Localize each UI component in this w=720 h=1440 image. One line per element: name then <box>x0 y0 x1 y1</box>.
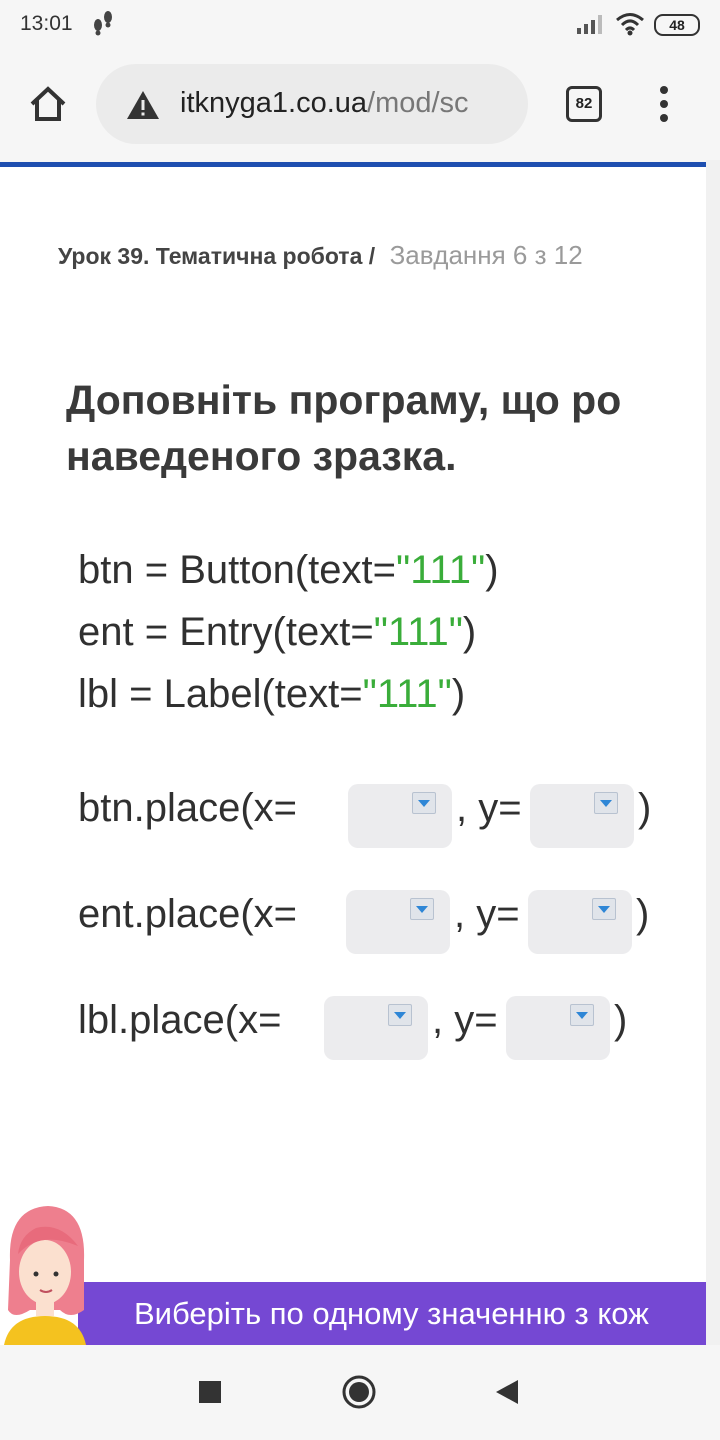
dropdown-arrow-icon <box>412 792 436 814</box>
home-button[interactable] <box>26 82 70 126</box>
steps-icon <box>94 11 112 36</box>
place-suffix: ) <box>636 892 650 936</box>
question-text: Доповніть програму, що ро наведеного зра… <box>66 372 720 484</box>
dropdown-arrow-icon <box>388 1004 412 1026</box>
url-path: /mod/sc <box>367 87 469 119</box>
x-select-btn[interactable] <box>348 784 452 848</box>
place-mid: , y= <box>456 786 522 830</box>
page-edge <box>706 160 720 1345</box>
dropdown-arrow-icon <box>410 898 434 920</box>
system-nav-bar <box>0 1345 720 1440</box>
code-suffix: ) <box>462 610 477 654</box>
code-prefix: btn = Button(text= <box>78 548 396 592</box>
breadcrumb: Урок 39. Тематична робота / Завдання 6 з… <box>58 240 583 271</box>
instruction-text: Виберіть по одному значенню з кож <box>134 1296 649 1331</box>
place-prefix: ent.place(x= <box>78 892 298 936</box>
place-mid: , y= <box>432 998 498 1042</box>
dropdown-arrow-icon <box>594 792 618 814</box>
tab-switcher-button[interactable]: 82 <box>566 86 602 122</box>
code-string: "111" <box>362 672 452 716</box>
code-string: "111" <box>396 548 486 592</box>
back-button[interactable] <box>494 1379 520 1405</box>
avatar <box>4 1206 86 1345</box>
place-suffix: ) <box>614 998 628 1042</box>
url-domain: itknyga1.co.ua <box>180 87 368 119</box>
status-time: 13:01 <box>20 12 73 35</box>
address-bar[interactable]: itknyga1.co.ua/mod/sc <box>96 64 528 144</box>
home-circle-button[interactable] <box>342 1375 376 1409</box>
place-mid: , y= <box>454 892 520 936</box>
breadcrumb-lesson[interactable]: Урок 39. Тематична робота / <box>58 243 375 269</box>
instruction-banner: Виберіть по одному значенню з кож <box>78 1282 706 1345</box>
y-select-lbl[interactable] <box>506 996 610 1060</box>
y-select-ent[interactable] <box>528 890 632 954</box>
code-prefix: lbl = Label(text= <box>78 672 363 716</box>
x-select-ent[interactable] <box>346 890 450 954</box>
y-select-btn[interactable] <box>530 784 634 848</box>
code-suffix: ) <box>485 548 499 592</box>
code-line-entry: ent = Entry(text="111") <box>78 610 476 655</box>
x-select-lbl[interactable] <box>324 996 428 1060</box>
code-prefix: ent = Entry(text= <box>78 610 374 654</box>
browser-toolbar: itknyga1.co.ua/mod/sc 82 <box>0 50 720 162</box>
url-text: itknyga1.co.ua/mod/sc <box>180 84 510 122</box>
warning-icon <box>127 91 159 119</box>
breadcrumb-task: Завдання 6 з 12 <box>389 240 583 270</box>
code-suffix: ) <box>451 672 466 716</box>
dropdown-arrow-icon <box>570 1004 594 1026</box>
signal-icon <box>577 15 602 34</box>
place-prefix: btn.place(x= <box>78 786 298 830</box>
battery-indicator: 48 <box>654 14 700 36</box>
page-progress-line <box>0 162 706 167</box>
wifi-icon <box>616 13 644 36</box>
status-bar: 13:01 48 <box>0 0 720 50</box>
recent-apps-button[interactable] <box>199 1381 221 1403</box>
code-line-button: btn = Button(text="111") <box>78 548 499 593</box>
question-line-2: наведеного зразка. <box>66 433 457 479</box>
code-string: "111" <box>373 610 463 654</box>
more-vert-icon[interactable] <box>652 82 676 126</box>
home-icon <box>30 86 66 121</box>
place-prefix: lbl.place(x= <box>78 998 282 1042</box>
question-line-1: Доповніть програму, що ро <box>66 377 622 423</box>
dropdown-arrow-icon <box>592 898 616 920</box>
place-suffix: ) <box>638 786 652 830</box>
code-line-label: lbl = Label(text="111") <box>78 672 465 717</box>
